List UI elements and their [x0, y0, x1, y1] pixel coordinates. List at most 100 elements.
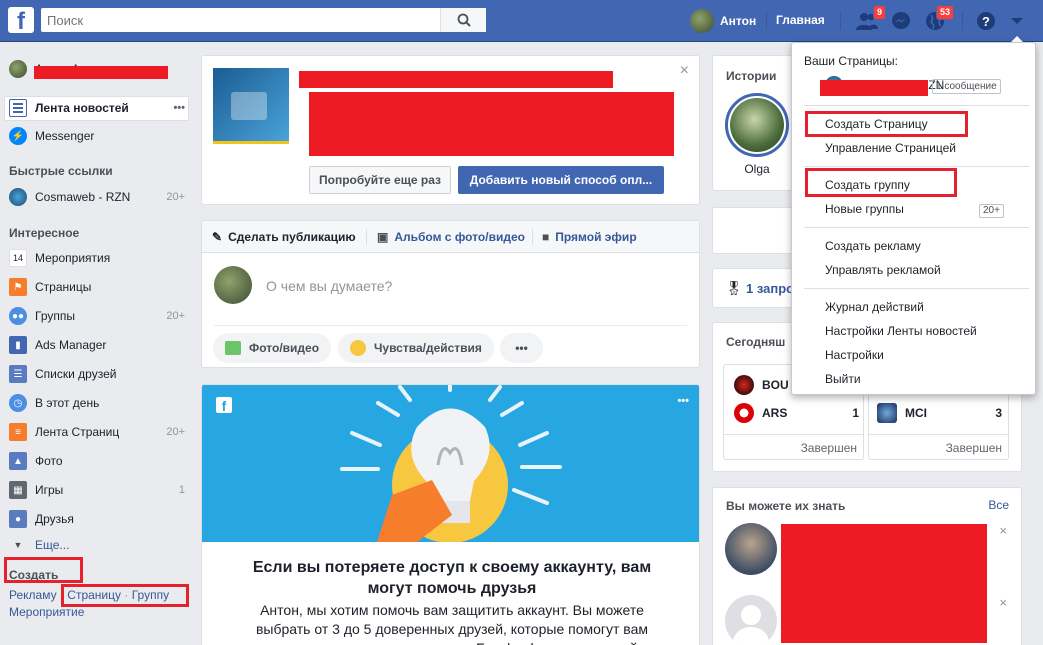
activity-log-menu-item[interactable]: Журнал действий — [825, 300, 924, 314]
friend-requests-button[interactable]: 9 — [854, 5, 886, 34]
notifications-badge: 53 — [935, 5, 954, 20]
sidebar-item-groups[interactable]: ●● Группы 20+ — [9, 305, 185, 327]
sidebar-item-friends[interactable]: ● Друзья — [9, 508, 185, 530]
more-options-icon[interactable]: ••• — [677, 395, 689, 407]
sidebar-item-on-this-day[interactable]: ◷ В этот день — [9, 392, 185, 414]
sidebar-item-more[interactable]: ▼ Еще... — [9, 534, 185, 556]
sidebar-item-friend-lists[interactable]: ☰ Списки друзей — [9, 363, 185, 385]
divider — [366, 229, 367, 245]
create-ad-link[interactable]: Рекламу — [9, 588, 57, 602]
sidebar-item-pages[interactable]: ⚑ Страницы — [9, 276, 185, 298]
help-button[interactable]: ? — [973, 8, 999, 34]
manage-pages-menu-item[interactable]: Управление Страницей — [825, 141, 956, 155]
divider — [804, 227, 1029, 228]
avatar[interactable] — [725, 523, 777, 575]
manage-ads-menu-item[interactable]: Управлять рекламой — [825, 263, 941, 277]
create-event-link[interactable]: Мероприятие — [9, 605, 84, 619]
search-input[interactable] — [41, 8, 441, 32]
tab-create-post[interactable]: ✎ Сделать публикацию — [212, 230, 356, 244]
search-box — [41, 8, 486, 32]
profile-link[interactable]: Антон — [690, 9, 756, 33]
sidebar-item-messenger[interactable]: ⚡ Messenger — [9, 125, 185, 147]
divider — [962, 12, 963, 30]
highlight-box — [805, 111, 968, 137]
sidebar-item-label: Друзья — [35, 512, 74, 526]
divider — [214, 325, 687, 326]
settings-menu-item[interactable]: Настройки — [825, 348, 884, 362]
sidebar-item-label: Ads Manager — [35, 338, 107, 352]
sidebar-item-photos[interactable]: ▲ Фото — [9, 450, 185, 472]
messenger-icon — [892, 12, 910, 29]
score: 1 — [852, 406, 859, 420]
messenger-button[interactable] — [888, 8, 914, 34]
redaction-bar — [820, 80, 928, 96]
feelings-button[interactable]: Чувства/действия — [338, 333, 494, 363]
sidebar-item-label: В этот день — [35, 396, 100, 410]
ad-thumbnail — [213, 68, 289, 144]
more-options-icon[interactable]: ••• — [173, 102, 185, 114]
sidebar-item-ads-manager[interactable]: ▮ Ads Manager — [9, 334, 185, 356]
divider — [766, 12, 767, 30]
team-name: MCI — [905, 406, 927, 420]
pages-feed-icon: ≡ — [9, 423, 27, 441]
retry-button[interactable]: Попробуйте еще раз — [309, 166, 451, 194]
caret-down-icon — [1011, 18, 1023, 24]
divider — [804, 105, 1029, 106]
facebook-logo-icon[interactable]: f — [8, 7, 34, 33]
divider — [804, 288, 1029, 289]
sidebar-item-label: Лента Страниц — [35, 425, 120, 439]
see-all-link[interactable]: Все — [988, 498, 1009, 512]
payment-issue-card: × Попробуйте еще раз Добавить новый спос… — [201, 55, 700, 205]
team-row: ARS 1 — [734, 403, 859, 423]
requests-link[interactable]: 1 запро — [746, 281, 794, 296]
team-row: MCI 3 — [877, 403, 1002, 423]
divider — [532, 229, 533, 245]
count-badge: 20+ — [166, 310, 185, 322]
more-options-button[interactable]: ••• — [500, 333, 543, 363]
sidebar-item-label: Мероприятия — [35, 251, 111, 265]
sidebar-item-events[interactable]: 14 Мероприятия — [9, 247, 185, 269]
story-avatar[interactable] — [725, 93, 789, 157]
notifications-button[interactable]: 53 — [922, 5, 954, 34]
banner-image — [202, 385, 699, 543]
pencil-icon: ✎ — [212, 230, 223, 244]
sidebar-item-label: Группы — [35, 309, 75, 323]
logout-menu-item[interactable]: Выйти — [825, 372, 861, 386]
close-icon[interactable]: × — [999, 523, 1007, 538]
close-icon[interactable]: × — [680, 62, 689, 80]
today-title: Сегодняш — [726, 335, 786, 349]
tab-live-video[interactable]: ■ Прямой эфир — [542, 230, 637, 244]
chevron-down-icon: ▼ — [13, 540, 23, 550]
match-status: Завершен — [945, 441, 1002, 455]
story-name: Olga — [744, 162, 770, 176]
new-groups-menu-item[interactable]: Новые группы — [825, 202, 904, 216]
home-link[interactable]: Главная — [776, 13, 825, 27]
photo-icon — [225, 341, 241, 355]
divider — [840, 12, 841, 30]
sidebar-item-shortcut[interactable]: Cosmaweb - RZN 20+ — [9, 186, 185, 208]
groups-icon: ●● — [9, 307, 27, 325]
account-menu-button[interactable] — [1004, 8, 1030, 34]
pymk-title: Вы можете их знать — [726, 499, 846, 513]
sidebar-item-news-feed[interactable]: Лента новостей ••• — [9, 97, 185, 119]
status-input[interactable]: О чем вы думаете? — [266, 278, 392, 294]
add-payment-button[interactable]: Добавить новый способ опл... — [458, 166, 664, 194]
friends-icon: ● — [9, 510, 27, 528]
sidebar-item-label: Cosmaweb - RZN — [35, 190, 131, 204]
create-ad-menu-item[interactable]: Создать рекламу — [825, 239, 921, 253]
redaction-bar — [309, 92, 674, 156]
friend-request-icon: 🎖 — [725, 280, 743, 296]
video-camera-icon: ■ — [542, 230, 550, 244]
tab-photo-album[interactable]: ▣ Альбом с фото/видео — [377, 230, 525, 244]
sidebar-item-pages-feed[interactable]: ≡ Лента Страниц 20+ — [9, 421, 185, 443]
search-button[interactable] — [440, 8, 486, 32]
sidebar-item-games[interactable]: ▦ Игры 1 — [9, 479, 185, 501]
count-badge: 20+ — [166, 426, 185, 438]
photo-video-button[interactable]: Фото/видео — [213, 333, 332, 363]
news-feed-icon — [9, 99, 27, 117]
feed-settings-menu-item[interactable]: Настройки Ленты новостей — [825, 324, 977, 338]
button-label: Фото/видео — [249, 341, 320, 355]
default-avatar[interactable] — [725, 595, 777, 645]
team-logo-icon — [734, 403, 754, 423]
close-icon[interactable]: × — [999, 595, 1007, 610]
